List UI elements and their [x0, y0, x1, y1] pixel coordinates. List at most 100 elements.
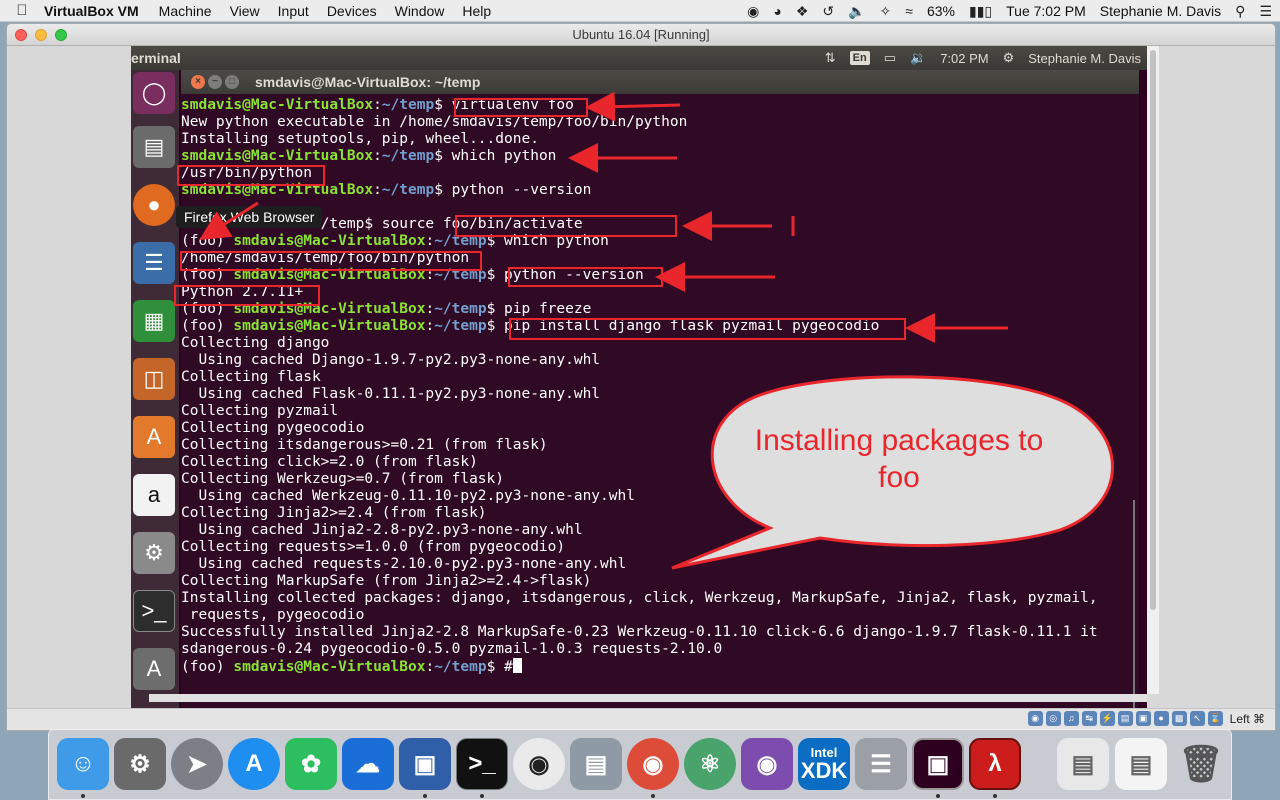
panel-user[interactable]: Stephanie M. Davis	[1028, 51, 1141, 66]
updater-icon[interactable]: A	[133, 648, 175, 690]
vbox-titlebar[interactable]: Ubuntu 16.04 [Running]	[7, 24, 1275, 46]
keyboard-capture-icon[interactable]: ⌛	[1207, 711, 1223, 726]
chrome-icon[interactable]: ◉	[627, 738, 679, 790]
wireless-icon[interactable]: ◉	[513, 738, 565, 790]
ubuntu-dash-icon[interactable]: ◯	[133, 72, 175, 114]
github-icon[interactable]: ◉	[741, 738, 793, 790]
terminal-command: $ pip freeze	[486, 301, 592, 317]
acrobat-icon[interactable]: λ	[969, 738, 1021, 790]
network-icon[interactable]: ↹	[1081, 711, 1097, 726]
terminal-launcher-icon[interactable]: >_	[133, 590, 175, 632]
terminal-maximize-button[interactable]: □	[225, 75, 239, 89]
menu-help[interactable]: Help	[462, 3, 491, 19]
video-capture-icon[interactable]: ●	[1153, 711, 1169, 726]
window-maximize-button[interactable]	[55, 29, 67, 41]
app-menu[interactable]: VirtualBox VM	[44, 3, 139, 19]
network-arrows-icon[interactable]: ⇅	[825, 50, 836, 66]
terminal-titlebar[interactable]: × − □ smdavis@Mac-VirtualBox: ~/temp	[181, 70, 1139, 94]
openoffice-icon[interactable]: ☁	[342, 738, 394, 790]
virtualbox-running-dot	[423, 794, 427, 798]
terminal-minimize-button[interactable]: −	[208, 75, 222, 89]
notification-center-icon[interactable]: ☰	[1259, 3, 1272, 20]
finder-icon[interactable]: ☺	[57, 738, 109, 790]
terminal-prompt-host: smdavis@Mac-VirtualBox	[233, 659, 426, 675]
optical-drive-icon[interactable]: ◎	[1045, 711, 1061, 726]
sound-indicator-icon[interactable]: 🔉	[910, 50, 926, 66]
documents-stack-icon[interactable]: ▤	[1115, 738, 1167, 790]
hard-disk-icon[interactable]: ◉	[1027, 711, 1043, 726]
database-icon[interactable]: ☰	[855, 738, 907, 790]
terminal-dock-icon[interactable]: >_	[456, 738, 508, 790]
terminal-close-button[interactable]: ×	[191, 75, 205, 89]
usb-icon[interactable]: ⚡	[1099, 711, 1115, 726]
audio-icon[interactable]: ♫	[1063, 711, 1079, 726]
menubar-user[interactable]: Stephanie M. Davis	[1100, 3, 1221, 19]
terminal-line: Collecting flask	[181, 369, 1131, 386]
battery-indicator-icon[interactable]: ▭	[884, 50, 896, 66]
system-preferences-icon[interactable]: ⚙	[114, 738, 166, 790]
session-gear-icon[interactable]: ⚙	[1003, 50, 1015, 66]
apple-menu-icon[interactable]: 	[0, 2, 44, 19]
sync-status-icon[interactable]: ◕	[773, 3, 781, 19]
firefox-icon[interactable]: ●	[133, 184, 175, 226]
files-icon[interactable]: ▤	[133, 126, 175, 168]
vbox-statusbar: ◉ ◎ ♫ ↹ ⚡ ▤ ▣ ● ▩ ↖ ⌛ Left ⌘	[7, 708, 1275, 730]
atom-icon[interactable]: ⚛	[684, 738, 736, 790]
cpu-icon[interactable]: ▩	[1171, 711, 1187, 726]
system-settings-icon[interactable]: ⚙	[133, 532, 175, 574]
terminal-line: Using cached Flask-0.11.1-py2.py3-none-a…	[181, 386, 1131, 403]
menu-devices[interactable]: Devices	[327, 3, 377, 19]
battery-percent[interactable]: 63%	[927, 3, 955, 19]
mouse-integration-icon[interactable]: ↖	[1189, 711, 1205, 726]
wifi-icon[interactable]: ≈	[905, 3, 913, 19]
intel-xdk-icon[interactable]: Intel XDK	[798, 738, 850, 790]
dropbox-icon[interactable]: ❖	[796, 3, 809, 20]
impress-icon[interactable]: ◫	[133, 358, 175, 400]
battery-icon[interactable]: ▮▮▯	[969, 3, 992, 20]
menu-window[interactable]: Window	[395, 3, 445, 19]
spotlight-search-icon[interactable]: ⚲	[1235, 3, 1245, 20]
shared-folders-icon[interactable]: ▤	[1117, 711, 1133, 726]
terminal-scrollbar[interactable]	[1133, 500, 1135, 720]
window-minimize-button[interactable]	[35, 29, 47, 41]
terminal-output-text: Using cached requests-2.10.0-py2.py3-non…	[181, 556, 627, 572]
amazon-icon[interactable]: a	[133, 474, 175, 516]
app-store-icon[interactable]: A	[228, 738, 280, 790]
time-machine-icon[interactable]: ↺	[822, 3, 834, 20]
terminal-venv-prefix: (foo)	[181, 318, 234, 334]
utilities-folder-icon[interactable]: ▤	[570, 738, 622, 790]
download-stack-icon[interactable]: ▤	[1057, 738, 1109, 790]
panel-clock[interactable]: 7:02 PM	[940, 51, 988, 66]
writer-icon[interactable]: ☰	[133, 242, 175, 284]
terminal-output-text: Collecting itsdangerous>=0.21 (from flas…	[181, 437, 548, 453]
menu-machine[interactable]: Machine	[159, 3, 212, 19]
display-icon[interactable]: ▣	[1135, 711, 1151, 726]
menu-input[interactable]: Input	[278, 3, 309, 19]
terminal-output[interactable]: smdavis@Mac-VirtualBox:~/temp$ virtualen…	[181, 97, 1131, 697]
vbox-vertical-scrollbar[interactable]	[1147, 46, 1159, 694]
launchpad-icon[interactable]: ➤	[171, 738, 223, 790]
window-close-button[interactable]	[15, 29, 27, 41]
terminal-line: Installing setuptools, pip, wheel...done…	[181, 131, 1131, 148]
menubar-clock[interactable]: Tue 7:02 PM	[1006, 3, 1086, 19]
volume-icon[interactable]: 🔈	[848, 3, 865, 20]
evernote-status-icon[interactable]: ◉	[747, 3, 759, 20]
menu-view[interactable]: View	[230, 3, 260, 19]
screenshot-window-icon[interactable]: ▣	[912, 738, 964, 790]
virtualbox-icon[interactable]: ▣	[399, 738, 451, 790]
xdk-label-bottom: XDK	[800, 758, 848, 783]
vbox-horizontal-scrollbar[interactable]	[149, 694, 1147, 702]
keyboard-language-indicator[interactable]: En	[849, 51, 870, 65]
terminal-line: smdavis@Mac-VirtualBox:~/temp$ which pyt…	[181, 148, 1131, 165]
terminal-output-text: Installing setuptools, pip, wheel...done…	[181, 131, 539, 147]
software-center-icon[interactable]: A	[133, 416, 175, 458]
terminal-output-text: Collecting django	[181, 335, 330, 351]
terminal-output-text: New python executable in /home/smdavis/t…	[181, 114, 688, 130]
terminal-prompt-sep: :	[425, 301, 435, 317]
bluetooth-icon[interactable]: ✧	[880, 3, 892, 20]
trash-icon[interactable]: 🗑	[1175, 738, 1227, 790]
ubuntu-guest-display[interactable]: erminal ⇅ En ▭ 🔉 7:02 PM ⚙ Stephanie M. …	[131, 46, 1147, 722]
calc-icon[interactable]: ▦	[133, 300, 175, 342]
evernote-icon[interactable]: ✿	[285, 738, 337, 790]
terminal-prompt-path: ~/temp	[381, 182, 435, 198]
